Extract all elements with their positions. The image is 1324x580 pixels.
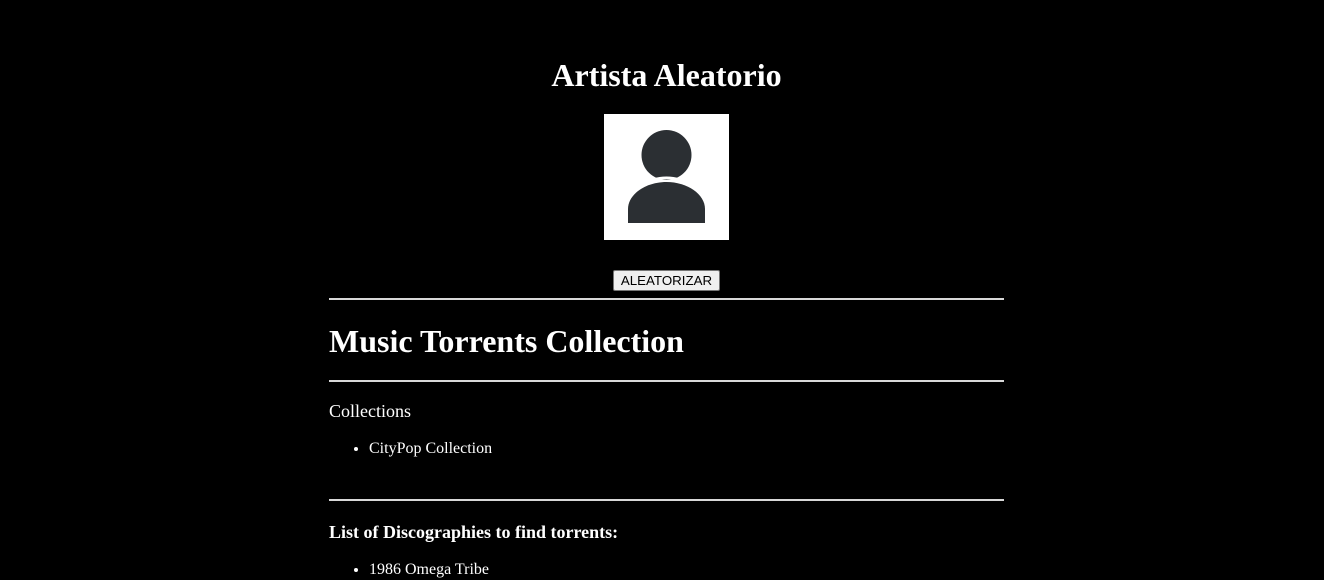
artist-title: Artista Aleatorio: [551, 57, 782, 93]
collections-list: CityPop Collection: [329, 439, 492, 459]
list-item[interactable]: CityPop Collection: [369, 439, 492, 459]
divider: [329, 499, 1004, 501]
discographies-heading: List of Discographies to find torrents:: [329, 522, 619, 542]
artist-avatar: [604, 114, 729, 240]
collections-heading: Collections: [329, 401, 411, 421]
user-silhouette-icon: [628, 130, 705, 223]
divider: [329, 380, 1004, 382]
discographies-list: 1986 Omega Tribe: [329, 560, 489, 580]
list-item[interactable]: 1986 Omega Tribe: [369, 560, 489, 580]
divider: [329, 298, 1004, 300]
randomize-button[interactable]: ALEATORIZAR: [613, 270, 720, 291]
page-title: Music Torrents Collection: [329, 323, 684, 359]
